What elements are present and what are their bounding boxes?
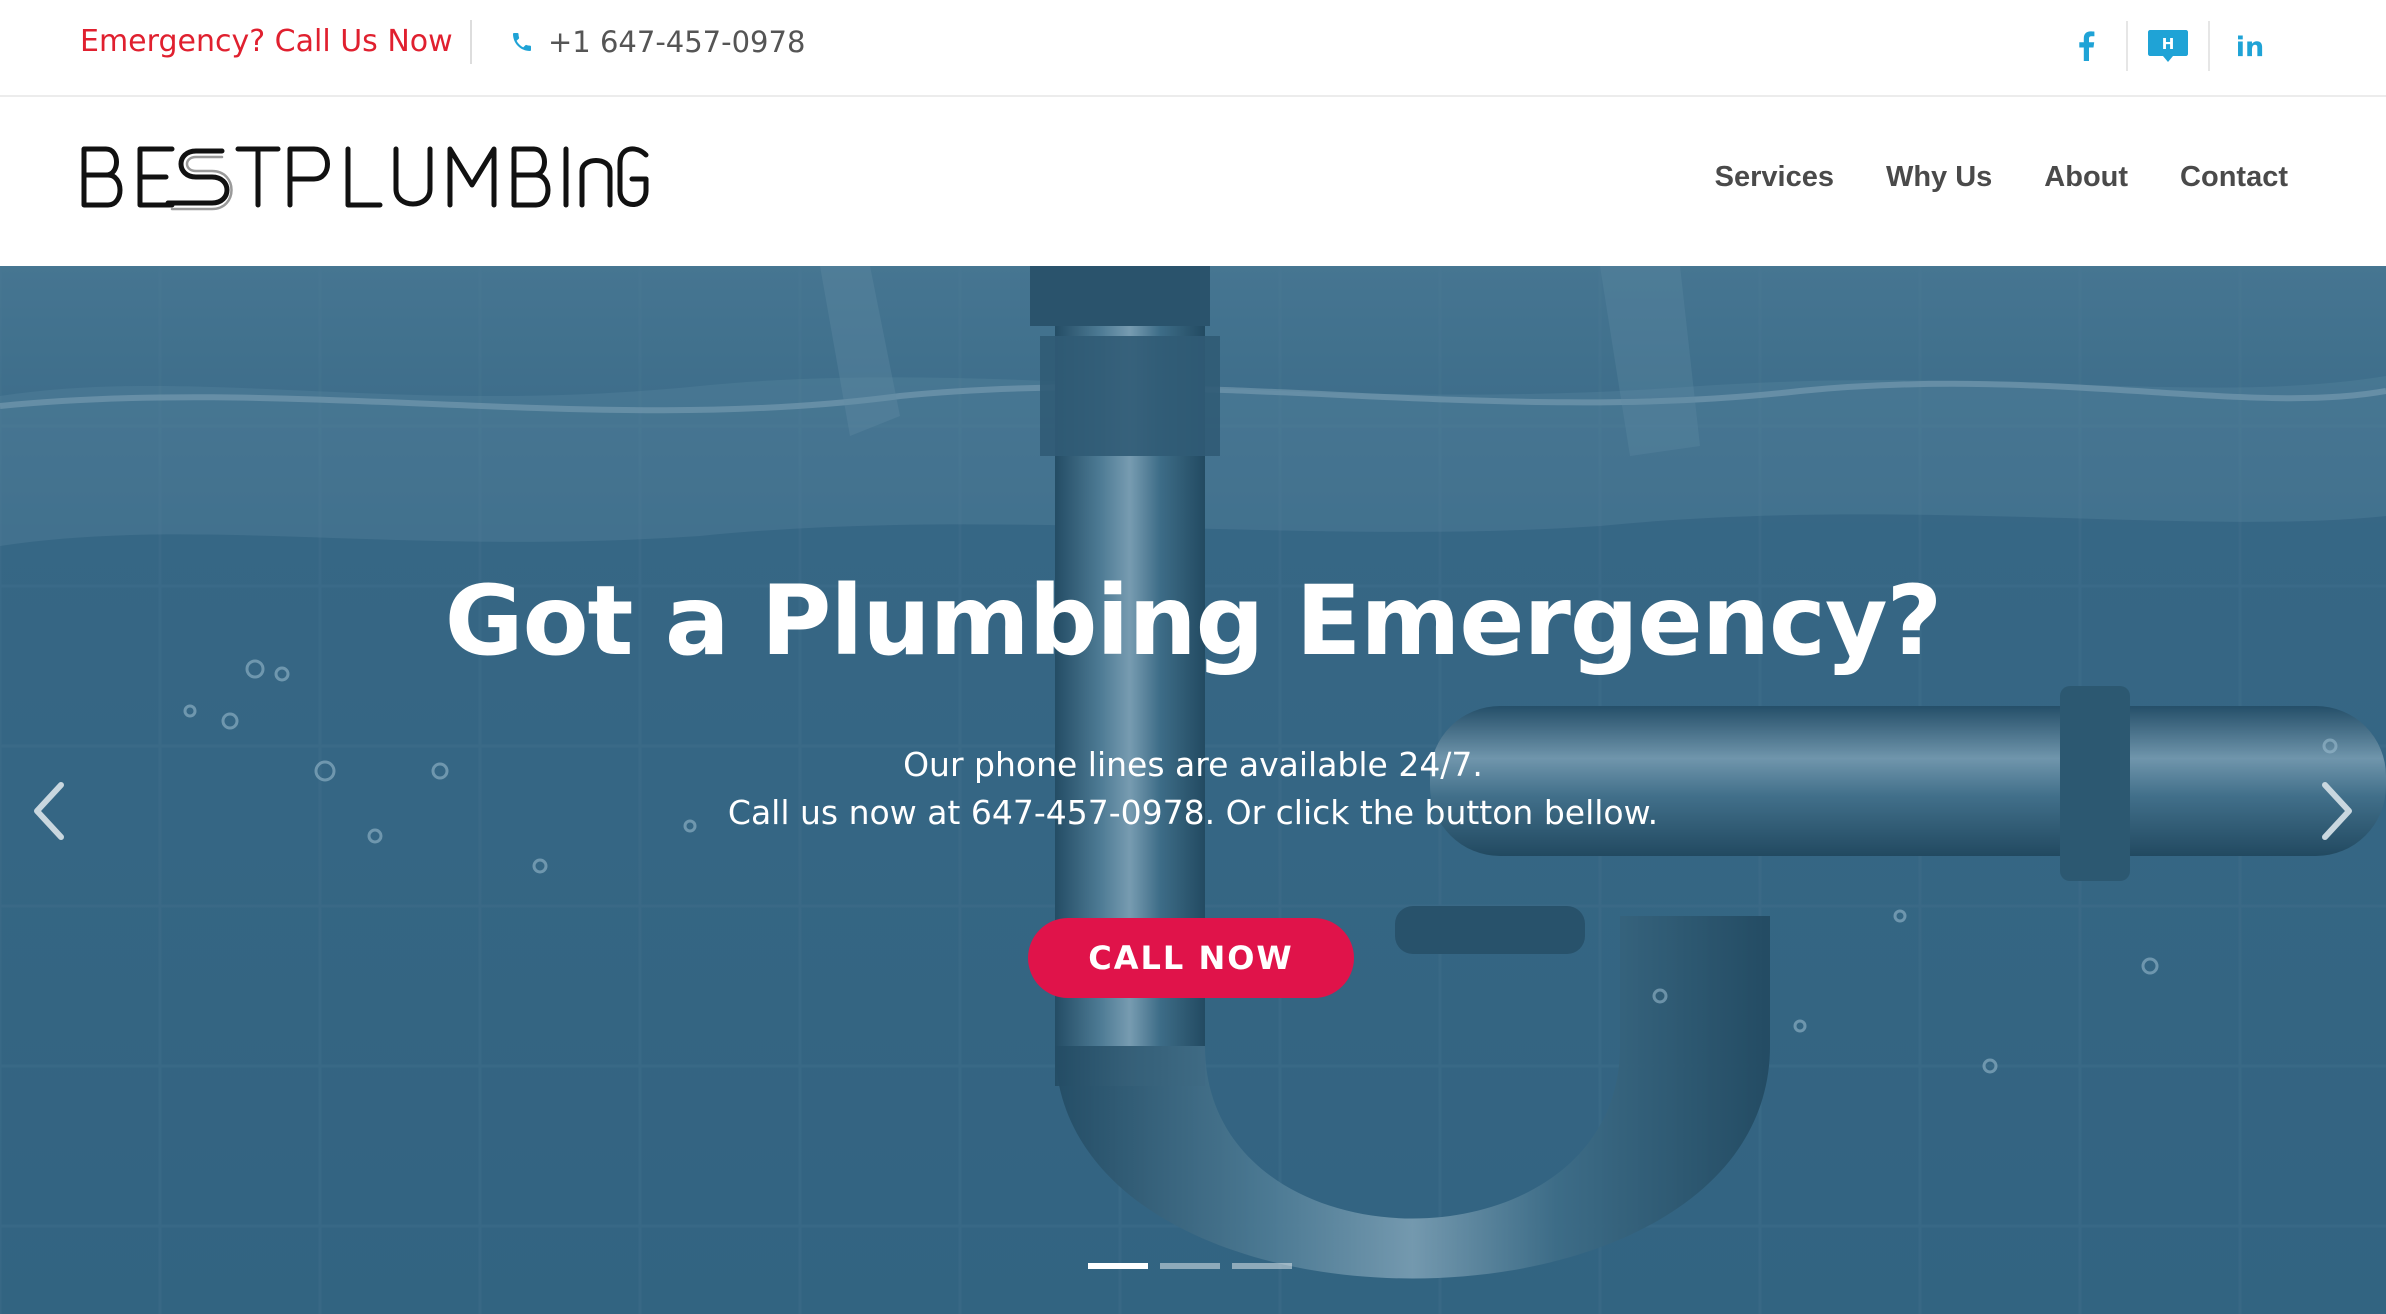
linkedin-link[interactable]: in	[2210, 18, 2290, 74]
site-header: Services Why Us About Contact	[0, 99, 2386, 266]
slide-indicator-2[interactable]	[1160, 1263, 1220, 1269]
slide-indicator-1[interactable]	[1088, 1263, 1148, 1269]
hero-title: Got a Plumbing Emergency?	[444, 565, 1942, 677]
svg-text:H: H	[2162, 35, 2175, 53]
call-now-button[interactable]: CALL NOW	[1028, 918, 1354, 998]
hero-slider: Got a Plumbing Emergency? Our phone line…	[0, 266, 2386, 1314]
best-plumbing-logo[interactable]	[80, 141, 650, 213]
social-links: H in	[2046, 18, 2386, 74]
nav-contact[interactable]: Contact	[2180, 157, 2288, 197]
hero-call-text: Call us now at 647-457-0978. Or click th…	[727, 793, 1659, 832]
nav-why-us[interactable]: Why Us	[1886, 157, 1992, 197]
linkedin-icon: in	[2236, 32, 2264, 61]
slide-indicator-3[interactable]	[1232, 1263, 1292, 1269]
emergency-call-link[interactable]: Emergency? Call Us Now	[80, 22, 453, 62]
facebook-icon	[2079, 31, 2095, 61]
phone-number: +1 647-457-0978	[548, 25, 806, 59]
hero-availability-text: Our phone lines are available 24/7.	[903, 745, 1483, 784]
svg-text:in: in	[2236, 32, 2264, 61]
topbar-divider	[470, 20, 472, 64]
slider-indicators	[1088, 1263, 1304, 1269]
slider-prev-button[interactable]	[18, 766, 78, 856]
nav-services[interactable]: Services	[1715, 157, 1834, 197]
topbar-phone[interactable]: +1 647-457-0978	[510, 22, 805, 62]
chevron-right-icon	[2322, 782, 2352, 840]
main-nav: Services Why Us About Contact	[1663, 157, 2288, 197]
homestars-icon: H	[2148, 30, 2188, 62]
homestars-link[interactable]: H	[2128, 18, 2208, 74]
slider-next-button[interactable]	[2308, 766, 2368, 856]
top-bar: Emergency? Call Us Now +1 647-457-0978 H…	[0, 0, 2386, 97]
phone-icon	[513, 33, 531, 51]
facebook-link[interactable]	[2046, 18, 2126, 74]
nav-about[interactable]: About	[2044, 157, 2128, 197]
chevron-left-icon	[34, 782, 64, 840]
